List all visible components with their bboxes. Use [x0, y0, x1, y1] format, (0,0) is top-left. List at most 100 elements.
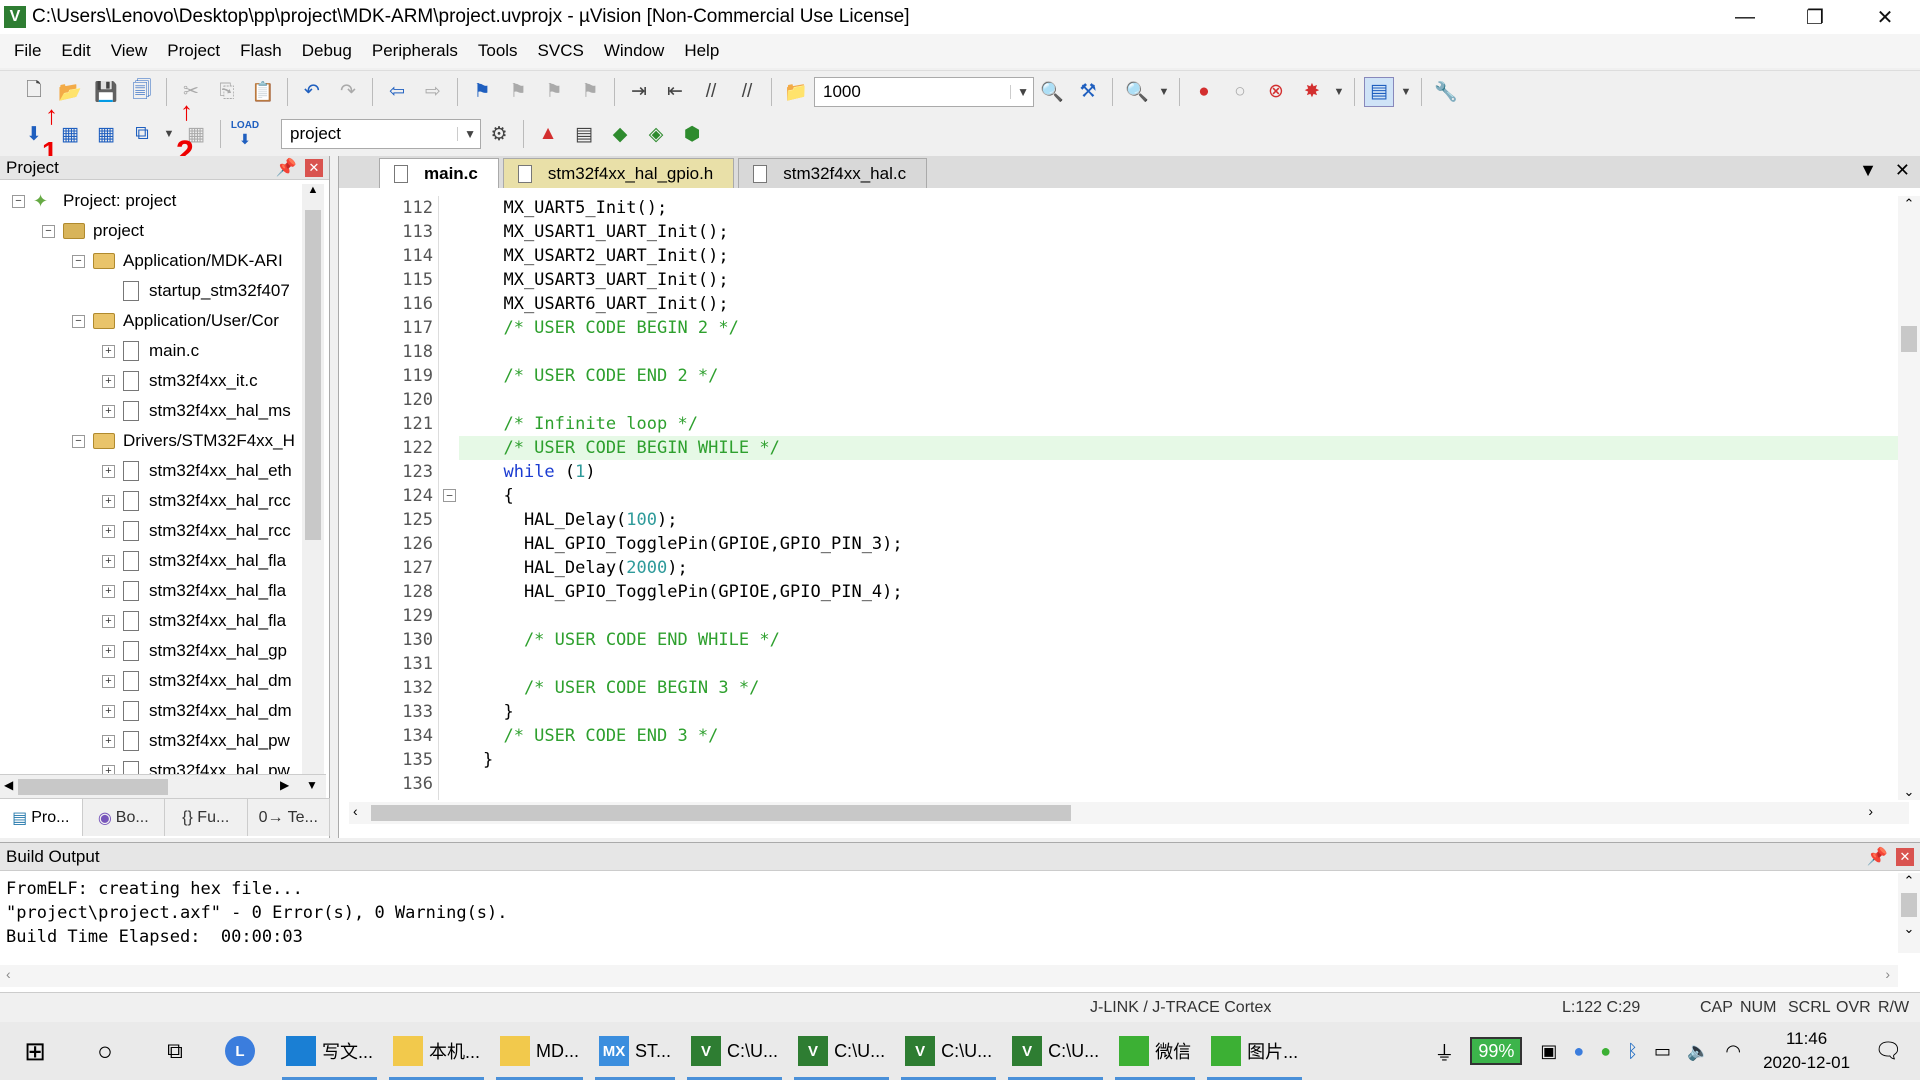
scroll-up-icon[interactable]: ⌃: [1898, 873, 1920, 889]
code-line[interactable]: 117 /* USER CODE BEGIN 2 */: [339, 316, 1899, 340]
copy-button[interactable]: ⎘: [212, 77, 242, 107]
code-line[interactable]: 120: [339, 388, 1899, 412]
menu-flash[interactable]: Flash: [230, 34, 292, 68]
manage-project-items-button[interactable]: ▲: [533, 119, 563, 149]
close-button[interactable]: ✕: [1850, 0, 1920, 34]
tree-item[interactable]: − Application/MDK-ARI: [72, 246, 283, 276]
tree-item[interactable]: − Drivers/STM32F4xx_H: [72, 426, 295, 456]
code-area[interactable]: 112 MX_UART5_Init(); 113 MX_USART1_UART_I…: [339, 196, 1899, 800]
expand-icon[interactable]: +: [102, 344, 115, 358]
tree-item[interactable]: − project: [42, 216, 144, 246]
code-line[interactable]: 129: [339, 604, 1899, 628]
build-output-hscrollbar[interactable]: ‹ ›: [0, 965, 1898, 987]
taskbar-app-7[interactable]: V C:\U...: [1002, 1022, 1109, 1080]
scroll-right-icon[interactable]: ▶: [280, 778, 289, 792]
start-button[interactable]: ⊞: [0, 1022, 70, 1080]
insert-breakpoint-button[interactable]: ●: [1189, 77, 1219, 107]
unindent-button[interactable]: ⇤: [660, 77, 690, 107]
chevron-down-icon[interactable]: ▼: [457, 127, 476, 141]
menu-window[interactable]: Window: [594, 34, 674, 68]
code-line[interactable]: 131: [339, 652, 1899, 676]
collapse-icon[interactable]: −: [72, 434, 85, 448]
tree-item[interactable]: + stm32f4xx_hal_dm: [102, 696, 292, 726]
tree-item[interactable]: + stm32f4xx_hal_gp: [102, 636, 287, 666]
code-line[interactable]: 118: [339, 340, 1899, 364]
scrollbar-thumb[interactable]: [305, 210, 321, 540]
volume-icon[interactable]: 🔈: [1687, 1041, 1709, 1062]
paste-button[interactable]: 📋: [248, 77, 278, 107]
scroll-up-icon[interactable]: ⌃: [1898, 196, 1920, 212]
target-select[interactable]: project ▼: [281, 119, 481, 149]
pack-installer-button[interactable]: ◈: [641, 119, 671, 149]
tree-item[interactable]: + stm32f4xx_hal_fla: [102, 546, 286, 576]
tree-item[interactable]: + stm32f4xx_hal_dm: [102, 666, 292, 696]
scrollbar-thumb[interactable]: [18, 779, 168, 795]
code-line[interactable]: 126 HAL_GPIO_TogglePin(GPIOE,GPIO_PIN_3)…: [339, 532, 1899, 556]
taskbar-app-4[interactable]: V C:\U...: [681, 1022, 788, 1080]
scroll-down-icon[interactable]: ⌄: [1898, 921, 1920, 937]
search-button[interactable]: ○: [70, 1022, 140, 1080]
restore-button[interactable]: ❐: [1780, 0, 1850, 34]
tree-item[interactable]: + stm32f4xx_hal_fla: [102, 606, 286, 636]
batch-build-button[interactable]: ⧉: [127, 119, 157, 149]
batch-dropdown[interactable]: ▼: [163, 119, 175, 149]
code-line[interactable]: 119 /* USER CODE END 2 */: [339, 364, 1899, 388]
expand-icon[interactable]: +: [102, 734, 115, 748]
tree-item[interactable]: + main.c: [102, 336, 199, 366]
find-button[interactable]: 🔍: [1037, 77, 1067, 107]
minimize-button[interactable]: —: [1710, 0, 1780, 34]
code-line[interactable]: 130 /* USER CODE END WHILE */: [339, 628, 1899, 652]
scroll-left-icon[interactable]: ◀: [4, 778, 13, 792]
taskbar-app-6[interactable]: V C:\U...: [895, 1022, 1002, 1080]
taskbar-app-5[interactable]: V C:\U...: [788, 1022, 895, 1080]
menu-peripherals[interactable]: Peripherals: [362, 34, 468, 68]
tree-item[interactable]: + stm32f4xx_hal_pw: [102, 726, 290, 756]
scroll-up-icon[interactable]: ▲: [302, 184, 324, 196]
breakpoint-dropdown[interactable]: ▼: [1333, 77, 1345, 107]
code-line[interactable]: 134 /* USER CODE END 3 */: [339, 724, 1899, 748]
bluetooth-icon[interactable]: ᛒ: [1627, 1041, 1638, 1062]
manage-rte-button[interactable]: ◆: [605, 119, 635, 149]
tree-item[interactable]: + stm32f4xx_hal_rcc: [102, 516, 291, 546]
clear-bookmarks-button[interactable]: ⚑: [575, 77, 605, 107]
fold-collapse-icon[interactable]: −: [443, 489, 456, 502]
tree-item[interactable]: + stm32f4xx_hal_eth: [102, 456, 292, 486]
tree-vertical-scrollbar[interactable]: ▲: [302, 184, 324, 784]
menu-project[interactable]: Project: [157, 34, 230, 68]
open-file-button[interactable]: 📂: [55, 77, 85, 107]
menu-tools[interactable]: Tools: [468, 34, 528, 68]
scrollbar-thumb[interactable]: [1901, 326, 1917, 352]
bookmark-button[interactable]: ⚑: [467, 77, 497, 107]
menu-debug[interactable]: Debug: [292, 34, 362, 68]
chevron-down-icon[interactable]: ▼: [1010, 84, 1029, 99]
indent-button[interactable]: ⇥: [624, 77, 654, 107]
download-button[interactable]: LOAD ⬇: [230, 119, 260, 149]
scroll-left-icon[interactable]: ‹: [6, 966, 11, 982]
rte-button[interactable]: ⬢: [677, 119, 707, 149]
expand-icon[interactable]: +: [102, 674, 115, 688]
menu-svcs[interactable]: SVCS: [528, 34, 594, 68]
code-line[interactable]: 112 MX_UART5_Init();: [339, 196, 1899, 220]
tab-list-dropdown-icon[interactable]: ▼: [1859, 160, 1877, 181]
editor-vertical-scrollbar[interactable]: ⌃ ⌄: [1898, 196, 1920, 800]
find-combo[interactable]: 1000 ▼: [814, 76, 1034, 107]
debug-dropdown[interactable]: ▼: [1158, 77, 1170, 107]
taskbar-app-3[interactable]: MX ST...: [589, 1022, 681, 1080]
tree-item[interactable]: + stm32f4xx_hal_ms: [102, 396, 291, 426]
expand-icon[interactable]: +: [102, 644, 115, 658]
navigate-back-button[interactable]: ⇦: [382, 77, 412, 107]
configure-button[interactable]: 🔧: [1431, 77, 1461, 107]
options-for-target-button[interactable]: ⚙: [484, 119, 514, 149]
next-bookmark-button[interactable]: ⚑: [539, 77, 569, 107]
expand-icon[interactable]: +: [102, 464, 115, 478]
collapse-icon[interactable]: −: [12, 194, 25, 208]
window-layout-button[interactable]: ▤: [1364, 76, 1394, 107]
code-line[interactable]: 128 HAL_GPIO_TogglePin(GPIOE,GPIO_PIN_4)…: [339, 580, 1899, 604]
tree-item[interactable]: + stm32f4xx_hal_fla: [102, 576, 286, 606]
notification-app-icon[interactable]: ▣: [1540, 1041, 1557, 1062]
expand-icon[interactable]: +: [102, 374, 115, 388]
collapse-icon[interactable]: −: [72, 254, 85, 268]
comment-button[interactable]: //: [696, 77, 726, 107]
menu-view[interactable]: View: [101, 34, 158, 68]
scroll-left-icon[interactable]: ‹: [353, 803, 358, 819]
